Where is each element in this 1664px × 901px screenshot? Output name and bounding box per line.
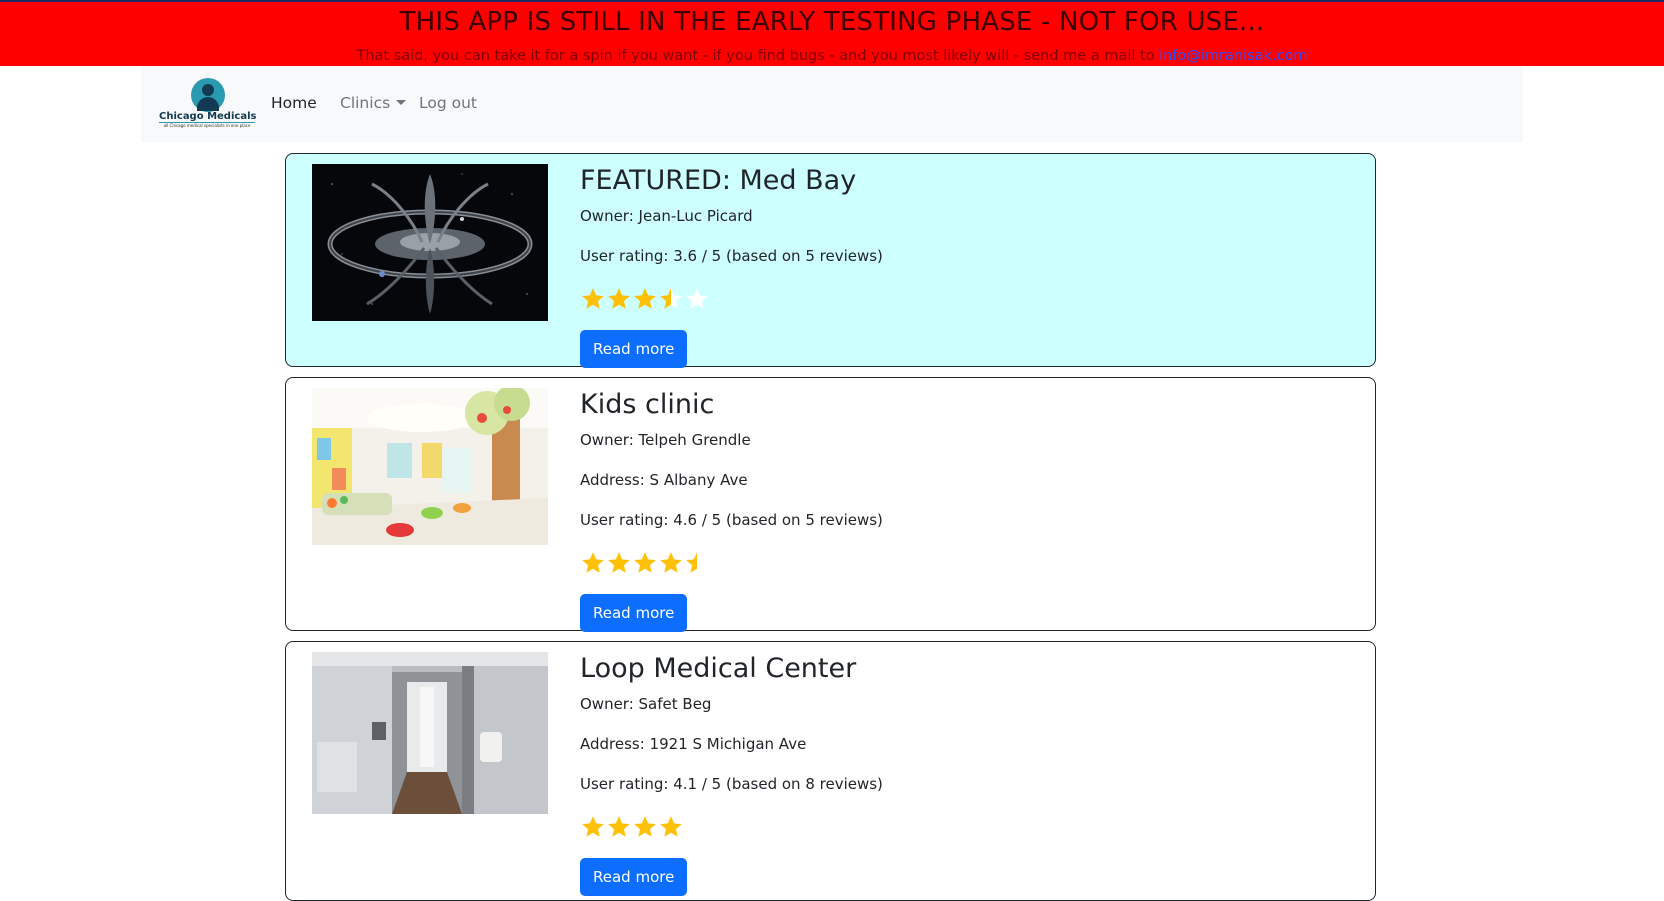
read-more-button[interactable]: Read more (580, 330, 688, 368)
star-half-icon (660, 288, 682, 309)
star-full-icon (660, 816, 682, 837)
clinic-title: Loop Medical Center (580, 653, 857, 684)
navbar: Chicago Medicals all Chicago medical spe… (141, 66, 1523, 142)
caret-down-icon (396, 100, 407, 105)
warning-subtitle: That said, you can take it for a spin if… (0, 46, 1664, 66)
clinic-image (312, 164, 548, 321)
star-rating (580, 814, 720, 842)
brand-logo[interactable]: Chicago Medicals all Chicago medical spe… (159, 78, 256, 130)
star-full-icon (582, 288, 604, 309)
star-full-icon (582, 552, 604, 573)
star-rating (580, 286, 720, 314)
clinic-image (312, 652, 548, 814)
star-full-icon (608, 552, 630, 573)
nav-home[interactable]: Home (271, 93, 317, 113)
star-full-icon (660, 552, 682, 573)
brand-tagline: all Chicago medical specialists in one p… (163, 123, 251, 128)
nav-logout[interactable]: Log out (419, 93, 477, 113)
nav-clinics-label: Clinics (340, 94, 391, 112)
star-full-icon (582, 816, 604, 837)
star-half-icon (686, 552, 697, 573)
clinic-rating-text: User rating: 3.6 / 5 (based on 5 reviews… (580, 247, 883, 265)
warning-banner: THIS APP IS STILL IN THE EARLY TESTING P… (0, 0, 1664, 66)
clinic-rating-text: User rating: 4.6 / 5 (based on 5 reviews… (580, 511, 883, 529)
clinic-rating-text: User rating: 4.1 / 5 (based on 8 reviews… (580, 775, 883, 793)
warning-title: THIS APP IS STILL IN THE EARLY TESTING P… (399, 7, 1265, 37)
warning-subtitle-text: That said, you can take it for a spin if… (356, 48, 1155, 64)
clinic-address: Address: S Albany Ave (580, 471, 748, 489)
clinic-card: Kids clinic Owner: Telpeh Grendle Addres… (285, 377, 1376, 632)
clinic-owner: Owner: Safet Beg (580, 695, 712, 713)
star-full-icon (608, 816, 630, 837)
read-more-button[interactable]: Read more (580, 858, 688, 896)
star-full-icon (634, 816, 656, 837)
star-full-icon (634, 288, 656, 309)
clinic-title: Kids clinic (580, 389, 715, 420)
clinic-address: Address: 1921 S Michigan Ave (580, 735, 807, 753)
doctor-avatar-icon (191, 78, 225, 112)
read-more-button[interactable]: Read more (580, 594, 688, 632)
clinic-card-featured: FEATURED: Med Bay Owner: Jean-Luc Picard… (285, 153, 1376, 368)
star-full-icon (608, 288, 630, 309)
star-rating (580, 550, 720, 578)
star-full-icon (634, 552, 656, 573)
star-empty-icon (686, 288, 708, 309)
clinic-owner: Owner: Telpeh Grendle (580, 431, 751, 449)
contact-email-link[interactable]: info@imranisak.com (1159, 48, 1307, 64)
clinic-owner: Owner: Jean-Luc Picard (580, 207, 753, 225)
clinic-card: Loop Medical Center Owner: Safet Beg Add… (285, 641, 1376, 901)
clinic-image (312, 388, 548, 545)
clinic-title: FEATURED: Med Bay (580, 165, 857, 196)
nav-clinics-dropdown[interactable]: Clinics (340, 93, 407, 113)
